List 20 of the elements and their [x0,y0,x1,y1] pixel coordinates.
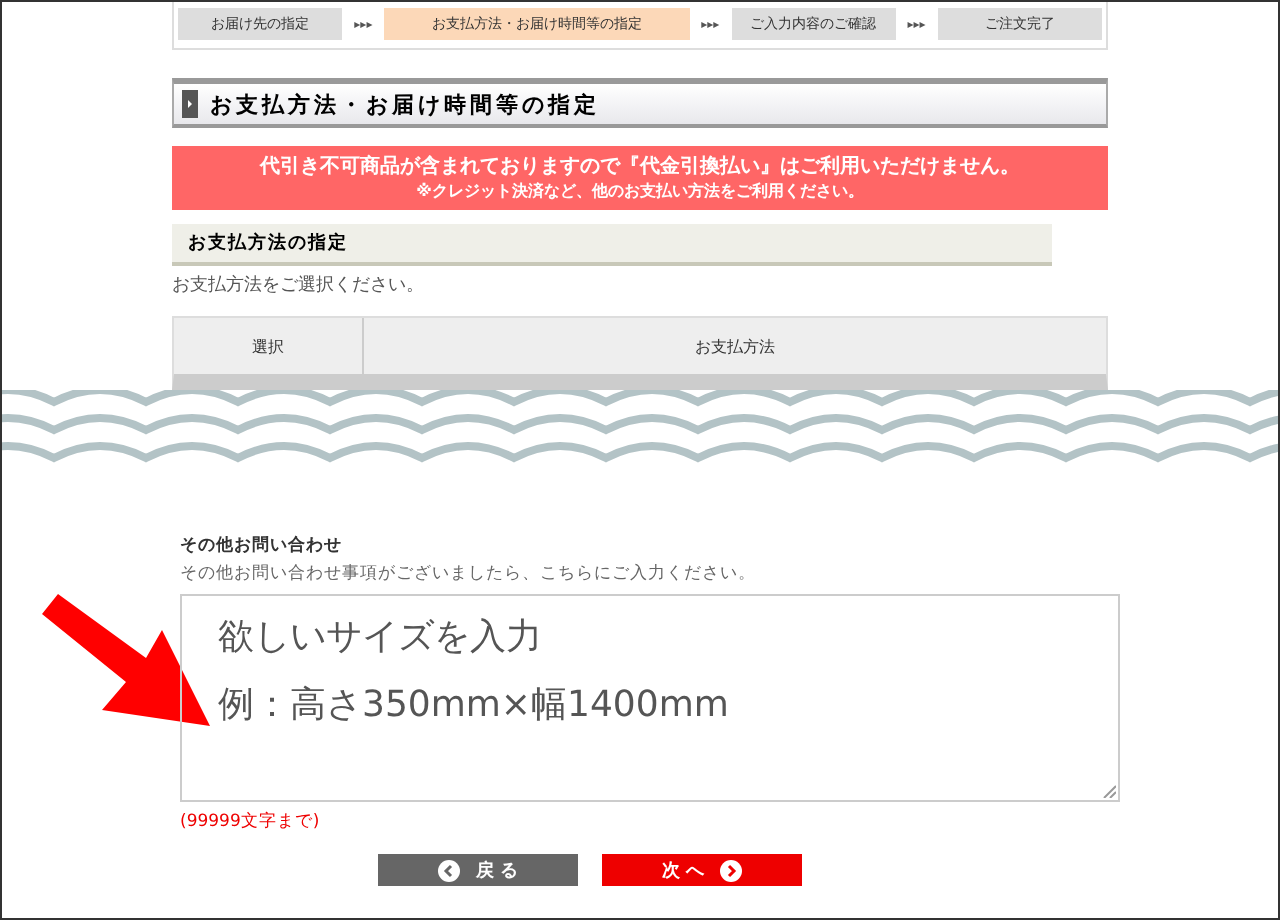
table-header-cell-text: お支払方法 [693,335,777,359]
back-button[interactable]: 戻 る [378,854,578,886]
next-circle-icon [720,859,743,881]
page-title: お支払方法・お届け時間等の指定 [210,89,600,119]
section-heading: お支払方法の指定 [172,224,1052,266]
inquiry-field[interactable]: 欲しいサイズを入力 例：高さ350mm×幅1400mm [180,594,1120,802]
arrow-icon [42,594,210,726]
heading-marker-icon [182,90,198,118]
character-limit-note: (99999文字まで) [180,810,322,834]
resize-grip-icon [1102,784,1116,798]
next-button[interactable]: 次 へ [602,854,802,886]
table-header-cell: 選択 [174,318,364,374]
instruction-text: お支払方法をご選択ください。 [172,273,426,298]
alert-note: ※クレジット決済など、他のお支払い方法をご利用ください。 [416,180,864,202]
back-circle-icon [437,859,460,881]
entered-text-line: 欲しいサイズを入力 [218,614,542,662]
alert-message: 代引き不可商品が含まれておりますので『代金引換払い』はご利用いただけません。 [260,152,1020,180]
inquiry-description: その他お問い合わせ事項がございましたら、こちらにご入力ください。 [180,562,758,586]
inquiry-label: その他お問い合わせ [180,534,344,558]
entered-text-line: 例：高さ350mm×幅1400mm [218,682,729,731]
